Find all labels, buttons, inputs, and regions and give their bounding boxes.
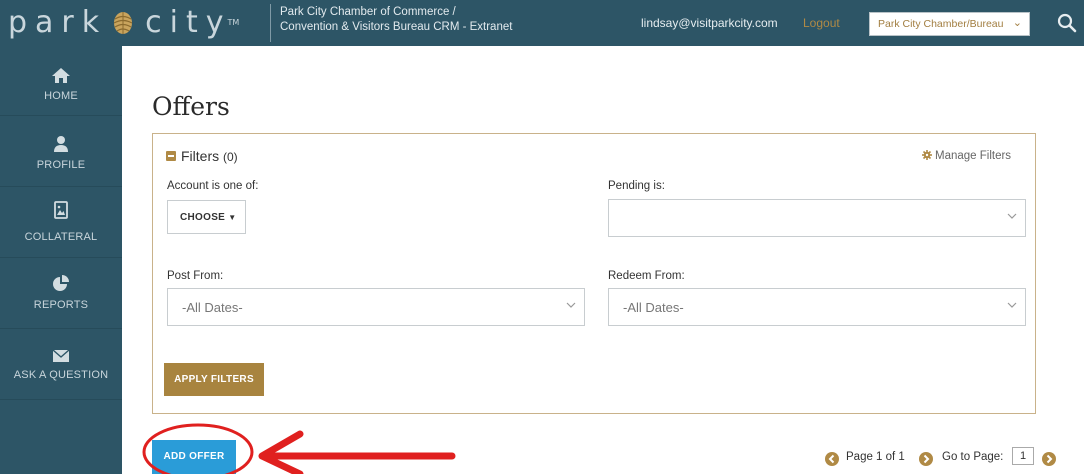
account-filter-label: Account is one of: <box>167 180 259 192</box>
org-name-line2: Convention & Visitors Bureau CRM - Extra… <box>280 21 513 33</box>
top-bar: park city TM Park City Chamber of Commer… <box>0 0 1084 46</box>
chevron-down-icon <box>1007 213 1017 219</box>
pending-select[interactable] <box>608 199 1026 237</box>
choose-account-button[interactable]: CHOOSE ▼ <box>167 200 246 234</box>
app-window: park city TM Park City Chamber of Commer… <box>0 0 1084 474</box>
filters-count: (0) <box>223 150 238 164</box>
chevron-down-icon <box>1007 302 1017 308</box>
post-from-select[interactable]: -All Dates- <box>167 288 585 326</box>
goto-page-button[interactable] <box>1042 452 1056 466</box>
sidebar-item-label: ASK A QUESTION <box>13 369 109 381</box>
sidebar: HOME PROFILE COLLATERAL REPORTS ASK A QU… <box>0 46 122 474</box>
chevron-right-icon <box>923 454 930 464</box>
sidebar-item-ask-a-question[interactable]: ASK A QUESTION <box>0 330 122 400</box>
logo-trademark: TM <box>227 17 240 27</box>
goto-page-label: Go to Page: <box>942 451 1004 463</box>
redeem-from-select[interactable]: -All Dates- <box>608 288 1026 326</box>
pinecone-icon <box>113 12 133 34</box>
manage-filters-label: Manage Filters <box>935 150 1012 162</box>
envelope-icon <box>52 349 70 362</box>
sidebar-item-profile[interactable]: PROFILE <box>0 117 122 187</box>
post-from-label: Post From: <box>167 270 224 282</box>
next-page-button[interactable] <box>919 452 933 466</box>
logo-word-city: city <box>145 4 232 40</box>
chevron-down-icon: ⌄ <box>1012 17 1022 29</box>
sidebar-item-collateral[interactable]: COLLATERAL <box>0 188 122 258</box>
collapse-icon[interactable] <box>166 151 176 161</box>
filters-title-label: Filters <box>181 148 220 164</box>
page-info: Page 1 of 1 <box>846 451 905 463</box>
sidebar-item-home[interactable]: HOME <box>0 46 122 116</box>
chevron-left-icon <box>828 454 835 464</box>
sidebar-item-label: PROFILE <box>36 159 86 171</box>
filters-title[interactable]: Filters (0) <box>181 148 238 164</box>
redeem-from-label: Redeem From: <box>608 270 685 282</box>
apply-filters-button[interactable]: APPLY FILTERS <box>164 363 264 396</box>
sidebar-item-label: HOME <box>44 90 78 102</box>
post-from-select-value: -All Dates- <box>182 300 243 315</box>
choose-button-label: CHOOSE <box>180 212 226 223</box>
user-email: lindsay@visitparkcity.com <box>641 16 778 30</box>
org-name-line1: Park City Chamber of Commerce / <box>280 6 456 18</box>
org-name: Park City Chamber of Commerce / Conventi… <box>280 5 570 35</box>
sidebar-item-label: REPORTS <box>33 299 89 311</box>
org-select-value: Park City Chamber/Bureau <box>878 18 1004 30</box>
gear-icon <box>922 150 932 160</box>
logout-link[interactable]: Logout <box>803 16 840 30</box>
pie-chart-icon <box>53 275 69 291</box>
home-icon <box>52 68 70 83</box>
chevron-right-icon <box>1046 454 1053 464</box>
add-offer-button[interactable]: ADD OFFER <box>152 440 236 474</box>
prev-page-button[interactable] <box>825 452 839 466</box>
sidebar-item-reports[interactable]: REPORTS <box>0 259 122 329</box>
park-city-logo[interactable]: park city TM <box>8 4 239 40</box>
redeem-from-select-value: -All Dates- <box>623 300 684 315</box>
user-icon <box>54 136 68 152</box>
pending-filter-label: Pending is: <box>608 180 665 192</box>
annotation-arrow-head <box>258 430 304 474</box>
sidebar-item-label: COLLATERAL <box>24 231 98 243</box>
logo-word-park: park <box>8 4 108 40</box>
search-icon[interactable] <box>1054 10 1080 36</box>
caret-down-icon: ▼ <box>228 213 237 222</box>
chevron-down-icon <box>566 302 576 308</box>
header-divider <box>270 4 271 42</box>
org-select[interactable]: Park City Chamber/Bureau ⌄ <box>869 12 1030 36</box>
filters-panel: Filters (0) Manage Filters Account is on… <box>152 133 1036 414</box>
page-title: Offers <box>152 92 230 121</box>
image-file-icon <box>54 201 68 219</box>
manage-filters-link[interactable]: Manage Filters <box>922 150 1011 162</box>
goto-page-input[interactable]: 1 <box>1012 447 1034 465</box>
